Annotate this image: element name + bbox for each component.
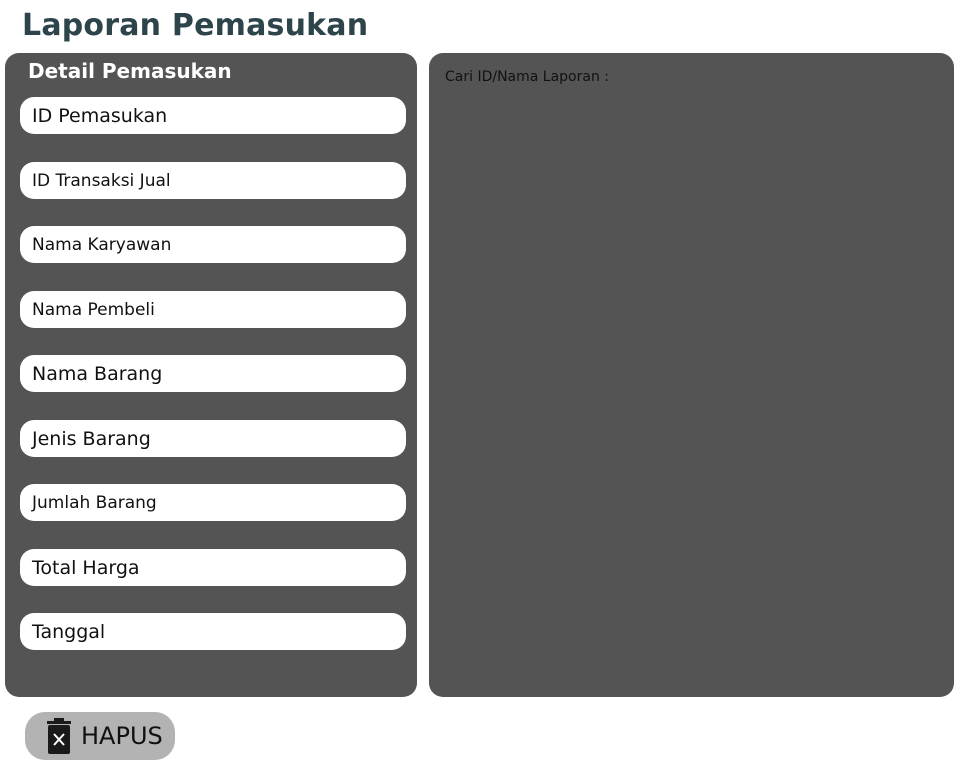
search-label: Cari ID/Nama Laporan : [445, 69, 610, 85]
delete-button-label: HAPUS [81, 722, 163, 750]
trash-icon [47, 718, 71, 754]
page-title: Laporan Pemasukan [22, 8, 369, 43]
id-transaksi-jual-field[interactable]: ID Transaksi Jual [20, 162, 406, 199]
id-pemasukan-field[interactable]: ID Pemasukan [20, 97, 406, 134]
jenis-barang-field[interactable]: Jenis Barang [20, 420, 406, 457]
detail-panel: Detail Pemasukan ID Pemasukan ID Transak… [5, 53, 417, 697]
nama-barang-field[interactable]: Nama Barang [20, 355, 406, 392]
total-harga-field[interactable]: Total Harga [20, 549, 406, 586]
page: Laporan Pemasukan Detail Pemasukan ID Pe… [0, 0, 973, 768]
jumlah-barang-field[interactable]: Jumlah Barang [20, 484, 406, 521]
detail-panel-title: Detail Pemasukan [28, 59, 232, 83]
report-panel: Cari ID/Nama Laporan : [429, 53, 954, 697]
tanggal-field[interactable]: Tanggal [20, 613, 406, 650]
nama-karyawan-field[interactable]: Nama Karyawan [20, 226, 406, 263]
delete-button[interactable]: HAPUS [25, 712, 175, 760]
nama-pembeli-field[interactable]: Nama Pembeli [20, 291, 406, 328]
